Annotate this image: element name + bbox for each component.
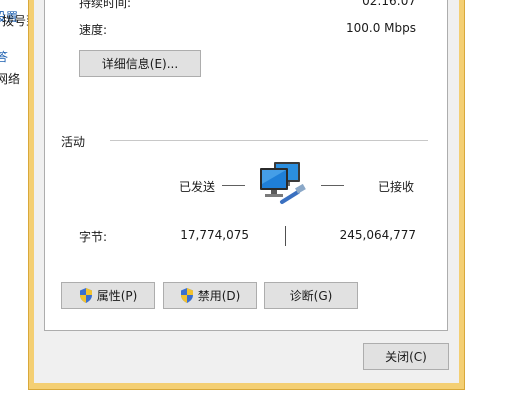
received-label: 已接收 xyxy=(378,180,415,194)
duration-value: 02:16:07 xyxy=(362,0,416,8)
uac-shield-icon xyxy=(180,288,194,303)
sent-dash xyxy=(222,185,245,186)
speed-value: 100.0 Mbps xyxy=(345,21,416,35)
network-computers-icon xyxy=(254,158,310,208)
background-link-2[interactable]: 答 xyxy=(0,48,8,65)
close-button[interactable]: 关闭(C) xyxy=(363,343,449,370)
properties-button-label: 属性(P) xyxy=(96,289,138,303)
bytes-separator xyxy=(285,226,286,246)
properties-button[interactable]: 属性(P) xyxy=(61,282,155,309)
speed-label: 速度: xyxy=(79,23,108,37)
disable-button[interactable]: 禁用(D) xyxy=(163,282,257,309)
disable-button-label: 禁用(D) xyxy=(197,289,241,303)
activity-group-label: 活动 xyxy=(61,135,86,149)
duration-label: 持续时间: xyxy=(79,0,132,10)
activity-group-divider xyxy=(110,140,428,141)
sent-label: 已发送 xyxy=(179,180,216,194)
uac-shield-icon xyxy=(79,288,93,303)
bytes-label: 字节: xyxy=(79,230,108,244)
details-button[interactable]: 详细信息(E)... xyxy=(79,50,201,77)
bytes-sent-value: 17,774,075 xyxy=(180,228,249,242)
bytes-received-value: 245,064,777 xyxy=(339,228,416,242)
background-text-network: 网络 xyxy=(0,72,21,86)
diagnose-button[interactable]: 诊断(G) xyxy=(264,282,358,309)
received-dash xyxy=(321,185,344,186)
